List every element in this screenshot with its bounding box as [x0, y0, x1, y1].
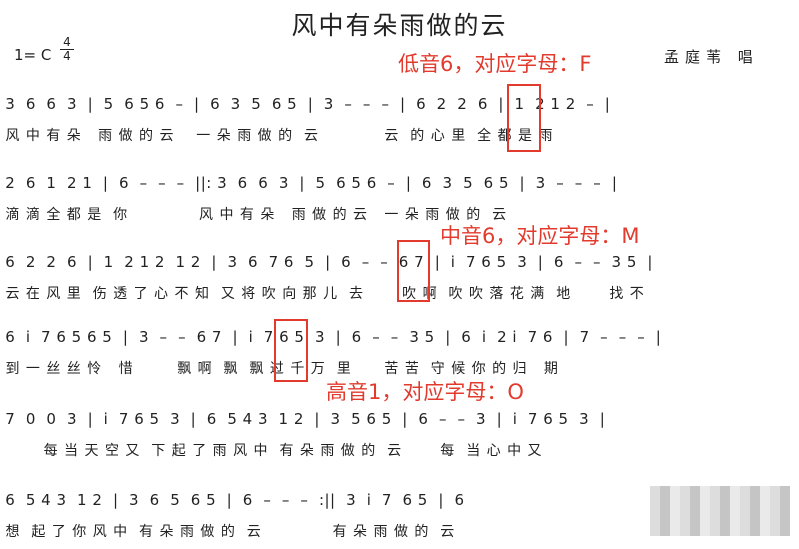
key-signature: 1= C — [14, 46, 52, 64]
song-title: 风中有朵雨做的云 — [291, 11, 508, 40]
highlight-box-high-1 — [274, 319, 308, 382]
time-signature: 4 4 — [60, 36, 74, 63]
blurred-watermark — [650, 486, 790, 536]
singer-credit: 孟庭苇 唱 — [664, 48, 759, 66]
notes-line: 6 2 2 6 | 1 2 1 2 1 2 | 3 6 7 6 5 | 6 – … — [0, 253, 653, 271]
time-signature-top: 4 — [63, 35, 71, 49]
time-signature-bottom: 4 — [60, 49, 74, 63]
annotation-low-6: 低音6，对应字母：F — [398, 52, 592, 76]
annotation-high-1: 高音1，对应字母：O — [326, 380, 524, 404]
lyrics-line: 风 中 有 朵 雨 做 的 云 一 朵 雨 做 的 云 云 的 心 里 全 都 … — [0, 128, 554, 144]
score-row-2: 2 6 1 2 1 | 6 – – – ||: 3 6 6 3 | 5 6 5 … — [0, 174, 799, 230]
annotation-mid-6: 中音6，对应字母：M — [440, 224, 640, 248]
score-row-5: 7 0 0 3 | i 7 6 5 3 | 6 5 4 3 1 2 | 3 5 … — [0, 410, 799, 466]
notes-line: 7 0 0 3 | i 7 6 5 3 | 6 5 4 3 1 2 | 3 5 … — [0, 410, 606, 428]
notes-line: 6 i 7 6 5 6 5 | 3 – – 6 7 | i 7 6 5 3 | … — [0, 328, 662, 346]
highlight-box-low-6 — [507, 84, 541, 152]
lyrics-line: 每 当 天 空 又 下 起 了 雨 风 中 有 朵 雨 做 的 云 每 当 心 … — [0, 443, 543, 459]
lyrics-line: 云 在 风 里 伤 透 了 心 不 知 又 将 吹 向 那 儿 去 吹 啊 吹 … — [0, 286, 645, 302]
notes-line: 2 6 1 2 1 | 6 – – – ||: 3 6 6 3 | 5 6 5 … — [0, 174, 618, 192]
score-row-1: 3 6 6 3 | 5 6 5 6 – | 6 3 5 6 5 | 3 – – … — [0, 95, 799, 151]
highlight-box-mid-6 — [397, 240, 430, 302]
lyrics-line: 想 起 了 你 风 中 有 朵 雨 做 的 云 有 朵 雨 做 的 云 — [0, 524, 456, 540]
notes-line: 6 5 4 3 1 2 | 3 6 5 6 5 | 6 – – – :|| 3 … — [0, 491, 465, 509]
lyrics-line: 滴 滴 全 都 是 你 风 中 有 朵 雨 做 的 云 一 朵 雨 做 的 云 — [0, 207, 508, 223]
